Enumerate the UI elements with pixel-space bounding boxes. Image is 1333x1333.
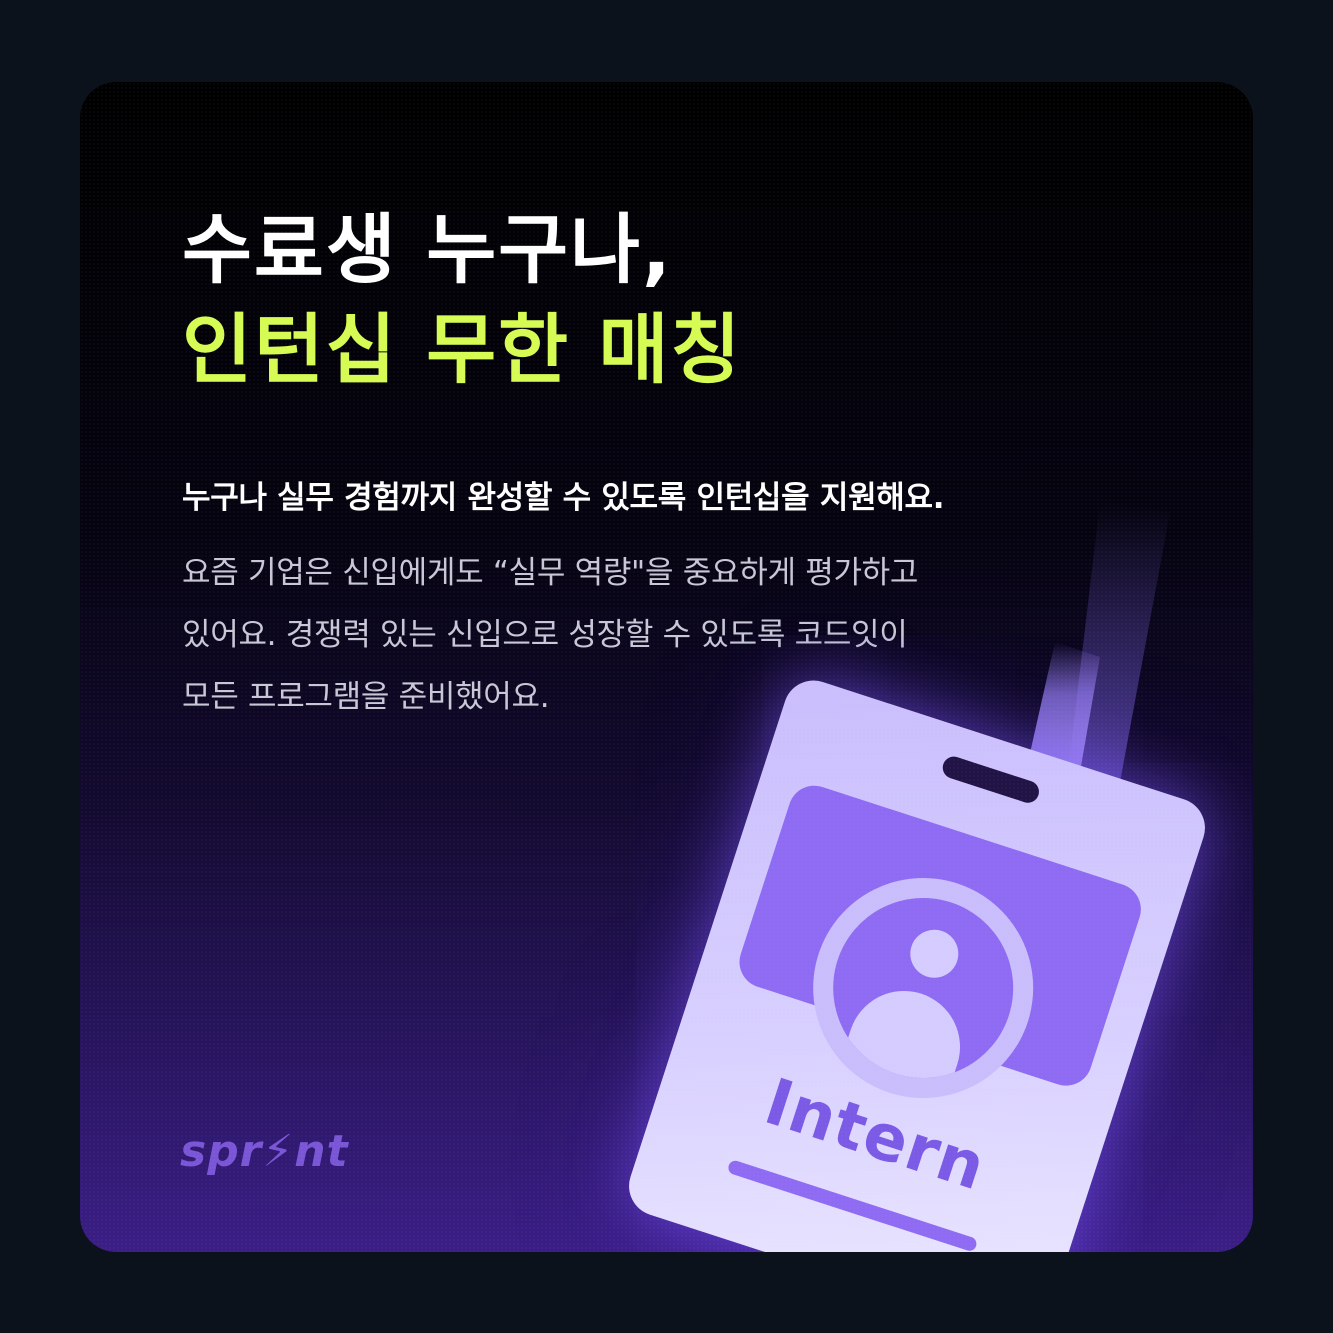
headline: 수료생 누구나, 인턴십 무한 매칭 bbox=[182, 200, 742, 400]
description-line-1: 요즘 기업은 신입에게도 “실무 역량"을 중요하게 평가하고 bbox=[182, 555, 919, 591]
headline-line-1: 수료생 누구나, bbox=[182, 205, 673, 294]
sprint-logo: spr⚡nt bbox=[180, 1126, 349, 1177]
badge-slot bbox=[939, 753, 1042, 806]
intern-badge: Intern bbox=[621, 672, 1213, 1252]
avatar-head bbox=[904, 923, 965, 984]
headline-line-2-accent: 인턴십 무한 매칭 bbox=[182, 305, 743, 394]
description-line-2: 있어요. 경쟁력 있는 신입으로 성장할 수 있도록 코드잇이 bbox=[182, 617, 908, 653]
description-line-3: 모든 프로그램을 준비했어요. bbox=[182, 679, 550, 715]
subheading: 누구나 실무 경험까지 완성할 수 있도록 인턴십을 지원해요. bbox=[182, 480, 945, 516]
description: 요즘 기업은 신입에게도 “실무 역량"을 중요하게 평가하고 있어요. 경쟁력… bbox=[182, 542, 1082, 728]
promo-card: 수료생 누구나, 인턴십 무한 매칭 누구나 실무 경험까지 완성할 수 있도록… bbox=[80, 82, 1253, 1252]
